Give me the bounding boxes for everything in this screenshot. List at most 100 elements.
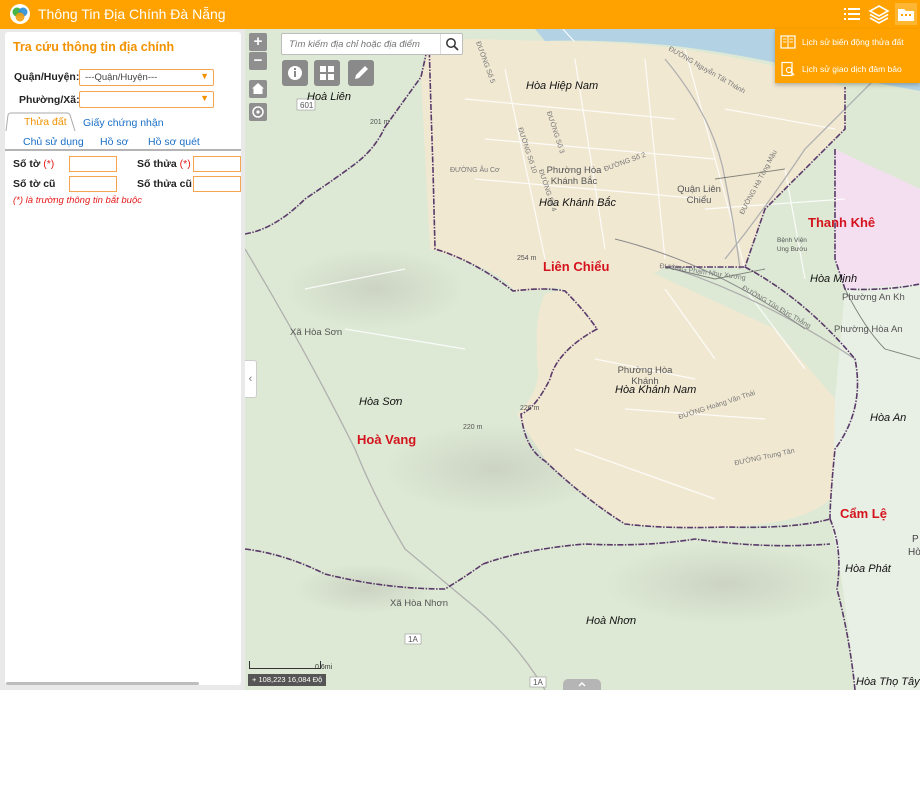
admin-label: Phường Hòa An [834,324,903,335]
terrain-shade [285,249,465,329]
coordinate-readout: + 108,223 16,084 Độ [248,674,327,686]
district-label-thanh-khe: Thanh Khê [808,215,876,230]
elevation-label: 201 m [370,119,390,126]
admin-label: Phường Hòa Khánh [617,365,673,387]
ward-label-hoa-son: Hòa Sơn [359,396,403,408]
app-title: Thông Tin Địa Chính Đà Nẵng [38,6,226,22]
admin-label: Phường An Kh [842,292,905,303]
menu-item-label: Lịch sử biến động thửa đất [802,37,904,47]
panel-collapse-button[interactable]: ‹ [245,360,257,398]
so-thua-input[interactable] [193,156,241,172]
folder-icon[interactable] [895,3,917,25]
map-canvas [245,29,920,690]
subtab-ho-so-quet[interactable]: Hồ sơ quét [148,136,200,148]
draw-button[interactable] [348,60,374,86]
required-mark: (*) [179,158,191,170]
elevation-label: 226 m [520,405,540,412]
admin-label: Xã Hòa Sơn [290,327,343,338]
panel-body: Tra cứu thông tin địa chính Quận/Huyện: … [5,32,241,685]
app-window: Thông Tin Địa Chính Đà Nẵng Tra cứu thôn… [0,0,920,690]
list-icon[interactable] [841,3,863,25]
elevation-label: 220 m [463,424,483,431]
edge-label: P [912,534,919,545]
chevron-left-icon: ‹ [248,373,253,385]
crosshair-icon: + [252,675,257,684]
district-label-cam-le: Cẩm Lệ [840,506,887,521]
chevron-down-icon: ▼ [200,93,209,103]
zoom-out-button[interactable]: − [249,52,267,70]
tab-giay-chung-nhan[interactable]: Giấy chứng nhận [83,117,164,129]
basemap-button[interactable] [314,60,340,86]
panel-title: Tra cứu thông tin địa chính [13,40,175,54]
attribution-toggle[interactable] [563,679,601,690]
book-icon [780,34,796,50]
search-side-panel: Tra cứu thông tin địa chính Quận/Huyện: … [0,29,245,690]
district-label-hoa-vang: Hoà Vang [357,432,417,447]
ward-label-hoa-tho-tay: Hòa Thọ Tây [856,676,920,688]
info-icon [288,66,302,80]
map-search-input[interactable] [282,34,442,54]
elevation-label: 254 m [517,255,537,262]
map-view[interactable]: 601 1A 1A Liên Chiểu Thanh Khê Hoà Vang … [245,29,920,690]
pencil-icon [355,66,368,79]
scale-text: 0.6mi [315,664,333,671]
district-label-lien-chieu: Liên Chiểu [543,259,610,274]
so-to-input[interactable] [69,156,117,172]
info-button[interactable] [282,60,308,86]
so-to-cu-input[interactable] [69,176,117,192]
menu-item-label: Lịch sử giao dịch đảm bảo [802,64,902,74]
ward-label-hoa-minh: Hòa Minh [810,273,858,285]
horizontal-scrollbar[interactable] [6,682,199,685]
so-to-cu-label: Số tờ cũ [13,178,56,190]
admin-label: Xã Hòa Nhơn [390,598,448,609]
grid-icon [320,66,334,80]
locate-button[interactable] [249,103,267,121]
terrain-shade [605,544,845,624]
edge-label: Hò [908,547,920,558]
street-label: ĐƯỜNG Âu Cơ [450,167,500,174]
app-logo-icon [9,3,31,25]
tab-thua-dat[interactable]: Thửa đất [24,116,67,128]
ward-select[interactable]: ▼ [79,91,214,108]
ward-label-hoa-an: Hòa An [870,412,907,424]
subtab-ho-so[interactable]: Hồ sơ [100,136,128,148]
district-select-value: ---Quận/Huyện--- [85,72,158,83]
home-icon [252,83,264,94]
zoom-in-button[interactable]: + [249,33,267,51]
search-icon[interactable] [440,34,462,54]
map-search-box [281,33,463,55]
home-button[interactable] [249,80,267,98]
so-to-label: Số tờ (*) [13,158,54,170]
admin-label: Quận Liên Chiểu [677,184,721,206]
locate-icon [252,106,264,118]
so-thua-cu-input[interactable] [193,176,241,192]
poi-label: Bệnh Viện Ung Bướu [776,237,808,253]
road-code: 1A [533,678,543,687]
top-bar: Thông Tin Địa Chính Đà Nẵng [0,0,920,29]
so-thua-cu-label: Số thửa cũ [137,178,192,190]
so-to-text: Số tờ [13,158,41,170]
district-select[interactable]: ---Quận/Huyện--- ▼ [79,69,214,86]
so-thua-text: Số thửa [137,158,177,170]
road-code: 1A [408,635,418,644]
menu-item-land-change-history[interactable]: Lịch sử biến động thửa đất [775,29,920,56]
subtab-chu-su-dung[interactable]: Chủ sử dụng [23,136,84,148]
scale-bar [249,661,321,669]
required-note: (*) là trường thông tin bắt buộc [13,195,143,206]
so-thua-label: Số thửa (*) [137,158,191,170]
chevron-down-icon: ▼ [200,71,209,81]
ward-label: Phường/Xã: [19,94,80,106]
admin-label: Phường Hòa Khánh Bắc [546,165,602,187]
document-search-icon [780,61,796,77]
layers-icon[interactable] [868,3,890,25]
ward-label-hoa-lien: Hoà Liên [307,91,352,103]
required-mark: (*) [43,158,55,170]
chevron-up-icon [578,682,586,687]
ward-label-hoa-phat: Hòa Phát [845,563,891,575]
ward-label-hoa-nhon: Hoà Nhơn [586,615,637,627]
ward-label-hoa-hiep-nam: Hòa Hiệp Nam [526,80,599,92]
folder-dropdown-menu: Lịch sử biến động thửa đất Lịch sử giao … [775,29,920,83]
district-label: Quận/Huyện: [14,71,80,83]
coordinate-value: 108,223 16,084 Độ [258,675,323,684]
menu-item-secured-transaction-history[interactable]: Lịch sử giao dịch đảm bảo [775,56,920,83]
